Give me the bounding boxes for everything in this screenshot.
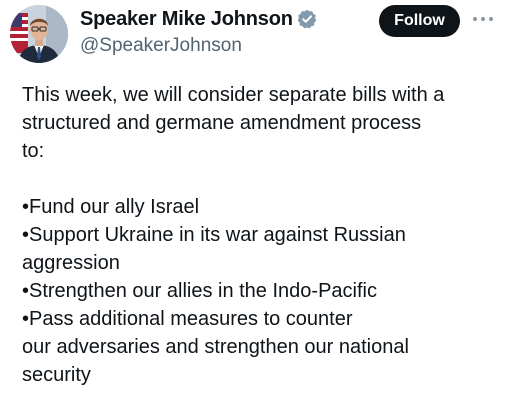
name-row: Speaker Mike Johnson	[80, 5, 380, 33]
bullet-item: •Strengthen our allies in the Indo-Pacif…	[22, 280, 377, 302]
bullet-item: •Support Ukraine in its war against Russ…	[22, 224, 406, 274]
more-options-icon[interactable]	[468, 4, 498, 34]
avatar[interactable]	[10, 5, 68, 63]
bullet-item: •Fund our ally Israel	[22, 196, 200, 218]
follow-button[interactable]: Follow	[379, 5, 460, 37]
post-text: This week, we will consider separate bil…	[22, 81, 492, 389]
display-name[interactable]: Speaker Mike Johnson	[80, 8, 293, 31]
author-info: Speaker Mike Johnson @SpeakerJohnson	[80, 5, 380, 57]
profile-photo	[10, 5, 68, 63]
bullet-item: •Pass additional measures to counter our…	[22, 308, 409, 386]
handle[interactable]: @SpeakerJohnson	[80, 35, 380, 57]
post-intro: This week, we will consider separate bil…	[22, 84, 445, 162]
post-card: Speaker Mike Johnson @SpeakerJohnson Fol…	[0, 0, 507, 400]
verified-badge-icon[interactable]	[297, 9, 317, 29]
